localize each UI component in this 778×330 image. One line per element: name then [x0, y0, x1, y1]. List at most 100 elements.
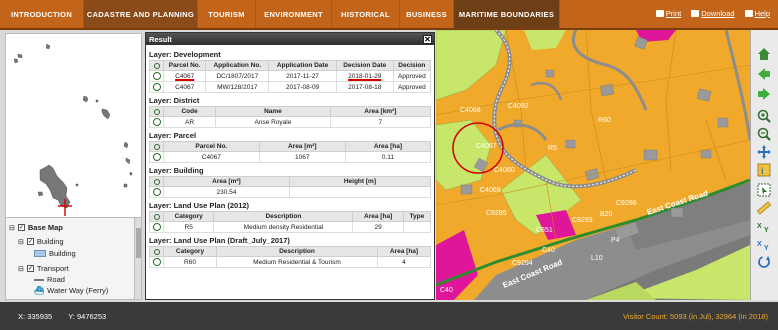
close-icon[interactable]: ✕ — [423, 34, 432, 44]
home-icon[interactable] — [755, 46, 773, 62]
building-table: Area [m²] Height [m] 230.54 — [149, 176, 432, 198]
pan-icon[interactable] — [755, 144, 773, 160]
table-header: Parcel No. — [162, 60, 207, 71]
download-link[interactable]: Download — [691, 9, 735, 18]
expand-icon[interactable]: ⊟ — [9, 224, 15, 232]
result-window: Result ✕ Layer: Development Parcel No. A… — [145, 32, 435, 300]
back-arrow-icon[interactable] — [755, 66, 773, 82]
zoom-column-header — [149, 176, 164, 187]
expand-icon[interactable]: ⊟ — [18, 238, 24, 246]
transport-checkbox[interactable]: ✓ — [26, 265, 34, 272]
landuse-category-cell: R60 — [163, 256, 217, 268]
map-label: C4060 — [494, 167, 515, 174]
development-layer-title: Layer: Development — [149, 50, 221, 59]
measure-icon[interactable] — [755, 200, 773, 216]
status-bar: X: 335935 Y: 9476253 Visitor Count: 5093… — [0, 302, 778, 330]
map-label: R5 — [548, 145, 557, 152]
base-map-checkbox[interactable]: ✓ — [17, 224, 25, 231]
layer-building-item: Building — [34, 249, 76, 258]
x-value: 335935 — [27, 312, 53, 321]
map-label: L10 — [591, 255, 603, 262]
zoom-icon[interactable] — [152, 153, 161, 161]
layer-list-scrollbar[interactable] — [134, 218, 141, 299]
map-toolbar: i XY XY — [750, 30, 778, 300]
map-label: C4069 — [480, 187, 501, 194]
tab-maritime-boundaries[interactable]: MARITIME BOUNDARIES — [454, 0, 560, 28]
overview-map[interactable] — [6, 34, 141, 216]
tab-introduction[interactable]: INTRODUCTION — [0, 0, 84, 28]
refresh-icon[interactable] — [755, 254, 773, 270]
zoom-icon[interactable] — [152, 83, 161, 91]
identify-icon[interactable]: i — [755, 162, 773, 178]
app-root: INTRODUCTION CADASTRE AND PLANNING TOURI… — [0, 0, 778, 330]
district-area-cell: 7 — [329, 116, 432, 128]
table-header: Application No. — [205, 60, 270, 71]
map-label: C40 — [440, 287, 453, 294]
district-table: Code Name Area [km²] AR Anse Royale 7 — [149, 106, 432, 128]
parcel-table: Parcel No. Area [m²] Area [ha] C4067 106… — [149, 141, 432, 163]
landuse-description-cell: Medium density Residential — [213, 221, 354, 233]
map-label: R60 — [598, 117, 611, 124]
zoom-icon[interactable] — [152, 223, 161, 231]
tab-historical[interactable]: HISTORICAL — [332, 0, 400, 28]
landuse-area-cell: 29 — [352, 221, 404, 233]
print-label: Print — [665, 9, 682, 18]
y-value: 9476253 — [77, 312, 107, 321]
building-checkbox[interactable]: ✓ — [26, 238, 34, 245]
table-header: Height [m] — [288, 176, 432, 187]
zoom-icon[interactable] — [152, 118, 161, 126]
layer-transport-group[interactable]: ⊟ ✓ Transport — [18, 264, 69, 273]
map-label: C4068 — [460, 107, 481, 114]
application-no-cell: DC/1807/2017 — [205, 70, 270, 82]
y-coordinate: Y: 9476253 — [68, 312, 106, 321]
base-map-label: Base Map — [27, 223, 63, 232]
print-icon — [655, 10, 664, 17]
application-no-cell: MW/128/2017 — [205, 81, 270, 93]
xy-coordinate-icon[interactable]: XY — [755, 218, 773, 234]
tab-cadastre-and-planning[interactable]: CADASTRE AND PLANNING — [84, 0, 198, 28]
select-tool-icon[interactable] — [755, 182, 773, 198]
top-navigation: INTRODUCTION CADASTRE AND PLANNING TOURI… — [0, 0, 778, 30]
zoom-icon[interactable] — [152, 72, 161, 80]
tab-business[interactable]: BUSINESS — [400, 0, 454, 28]
zoom-icon[interactable] — [152, 188, 161, 196]
expand-icon[interactable]: ⊟ — [18, 265, 24, 273]
xy-locate-icon[interactable]: XY — [755, 236, 773, 252]
x-label: X: — [18, 312, 26, 321]
decision-date-cell: 2018-01-29 — [348, 72, 382, 80]
print-link[interactable]: Print — [655, 9, 682, 18]
decision-cell: Approved — [392, 70, 432, 82]
zoom-icon — [153, 62, 160, 69]
district-code-cell: AR — [162, 116, 217, 128]
table-header: Area [ha] — [352, 211, 404, 222]
zoom-icon[interactable] — [152, 258, 161, 266]
building-swatch-icon — [34, 250, 46, 257]
parcel-no-cell: C4067 — [175, 72, 195, 80]
table-row: 230.54 — [149, 186, 432, 198]
zoom-icon — [153, 213, 160, 220]
layer-base-map[interactable]: ⊟ ✓ Base Map — [9, 223, 63, 232]
tab-tourism[interactable]: TOURISM — [198, 0, 256, 28]
application-date-cell: 2017-08-09 — [268, 81, 337, 93]
table-header: Category — [162, 211, 215, 222]
landuse-category-cell: R5 — [162, 221, 215, 233]
forward-arrow-icon[interactable] — [755, 86, 773, 102]
building-area-cell: 230.54 — [163, 186, 290, 198]
main-map[interactable]: C4068 C4092 C4067 C4060 C4069 R60 R5 C85… — [436, 30, 750, 300]
help-link[interactable]: Help — [744, 9, 770, 18]
map-label: C9285 — [486, 210, 507, 217]
map-label: C9293 — [572, 217, 593, 224]
landuse-2017-layer-title: Layer: Land Use Plan (Draft_July_2017) — [149, 236, 290, 245]
table-header: Parcel No. — [163, 141, 260, 152]
zoom-icon — [153, 248, 160, 255]
table-header: Type — [402, 211, 432, 222]
zoom-in-icon[interactable] — [755, 108, 773, 124]
parcel-area-m2-cell: 1067 — [258, 151, 346, 163]
tab-environment[interactable]: ENVIRONMENT — [256, 0, 332, 28]
table-header: Category — [163, 246, 217, 257]
zoom-out-icon[interactable] — [755, 126, 773, 142]
layer-building-group[interactable]: ⊟ ✓ Building — [18, 237, 64, 246]
map-label: C9286 — [616, 200, 637, 207]
layer-water-way: ⛴ Water Way (Ferry) — [34, 286, 108, 295]
map-label: B20 — [600, 211, 613, 218]
